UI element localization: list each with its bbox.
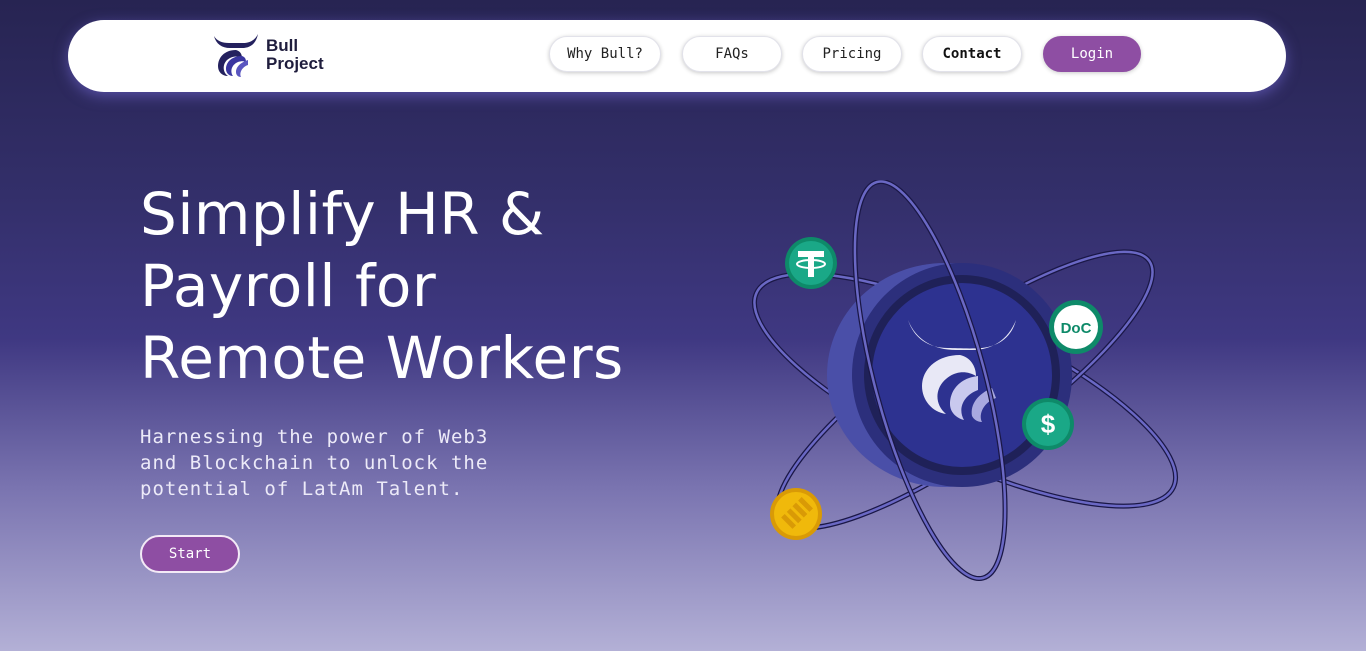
crypto-atom-illustration: DoC $ [751, 180, 1179, 582]
dollar-coin-icon: $ [1022, 398, 1074, 450]
brand-name: Bull Project [266, 37, 324, 73]
nav-contact-button[interactable]: Contact [922, 36, 1022, 72]
bull-logo-icon [214, 34, 258, 77]
hero-title: Simplify HR & Payroll for Remote Workers [140, 178, 700, 394]
brand-line-1: Bull [266, 36, 299, 55]
bull-token-coin [827, 263, 1072, 487]
binance-coin-icon [770, 488, 822, 540]
hero-subtitle-line-3: potential of LatAm Talent. [140, 478, 464, 500]
nav-faqs-button[interactable]: FAQs [682, 36, 782, 72]
doc-coin-icon: DoC [1049, 300, 1103, 354]
hero-subtitle: Harnessing the power of Web3 and Blockch… [140, 424, 560, 502]
svg-text:$: $ [1041, 409, 1056, 439]
hero-title-line-2: Payroll for [140, 252, 437, 320]
start-button[interactable]: Start [140, 535, 240, 573]
brand-line-2: Project [266, 54, 324, 73]
hero-subtitle-line-1: Harnessing the power of Web3 [140, 426, 489, 448]
login-button[interactable]: Login [1043, 36, 1141, 72]
tether-coin-icon [785, 237, 837, 289]
hero-title-line-3: Remote Workers [140, 324, 624, 392]
hero-title-line-1: Simplify HR & [140, 180, 545, 248]
hero-subtitle-line-2: and Blockchain to unlock the [140, 452, 489, 474]
nav-pricing-button[interactable]: Pricing [802, 36, 902, 72]
brand-logo[interactable]: Bull Project [210, 32, 324, 78]
svg-text:DoC: DoC [1061, 320, 1092, 337]
top-navbar: Bull Project Why Bull? FAQs Pricing Cont… [68, 20, 1286, 92]
nav-why-bull-button[interactable]: Why Bull? [549, 36, 661, 72]
